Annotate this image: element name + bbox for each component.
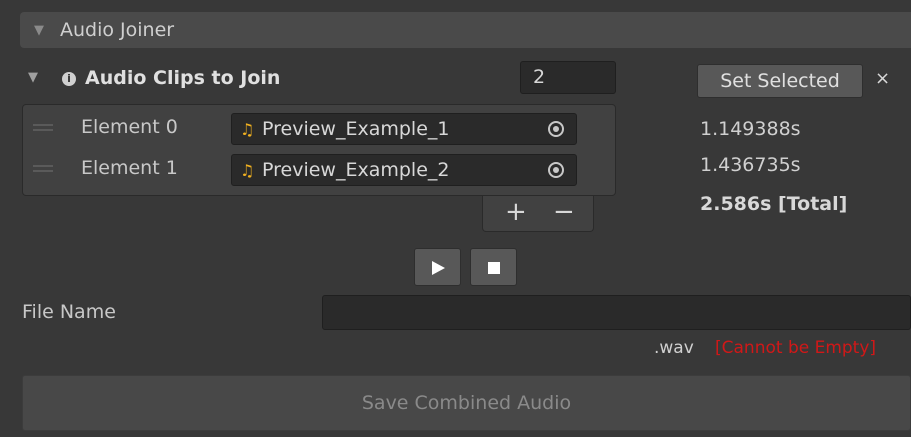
clip-name: Preview_Example_2 xyxy=(262,159,450,181)
header-title: Audio Joiner xyxy=(60,19,175,41)
object-picker-icon[interactable] xyxy=(548,162,564,178)
audio-clip-field[interactable]: ♫ Preview_Example_2 xyxy=(231,154,577,186)
object-picker-icon[interactable] xyxy=(548,121,564,137)
audio-clip-icon: ♫ xyxy=(240,119,255,139)
foldout-triangle-icon[interactable]: ▼ xyxy=(34,23,54,38)
clip-duration: 1.149388s xyxy=(700,118,801,140)
file-extension: .wav xyxy=(654,338,694,358)
set-selected-button[interactable]: Set Selected xyxy=(697,64,863,98)
clip-name: Preview_Example_1 xyxy=(262,118,450,140)
stop-icon xyxy=(488,262,500,274)
add-element-button[interactable]: + xyxy=(505,197,527,227)
stop-button[interactable] xyxy=(470,248,517,286)
drag-handle-icon[interactable] xyxy=(33,124,53,134)
list-add-remove: + − xyxy=(482,196,594,232)
clear-button[interactable]: × xyxy=(875,68,890,89)
list-item[interactable]: Element 1 ♫ Preview_Example_2 xyxy=(23,151,615,187)
clip-duration: 1.436735s xyxy=(700,154,801,176)
list-item[interactable]: Element 0 ♫ Preview_Example_1 xyxy=(23,110,615,146)
remove-element-button[interactable]: − xyxy=(553,197,575,227)
audio-joiner-header[interactable]: ▼ Audio Joiner xyxy=(20,12,911,48)
element-label: Element 0 xyxy=(81,116,178,138)
file-name-input[interactable] xyxy=(322,295,911,330)
clip-list: Element 0 ♫ Preview_Example_1 Element 1 … xyxy=(22,104,616,196)
file-name-label: File Name xyxy=(22,301,116,323)
list-foldout-icon[interactable]: ▼ xyxy=(28,70,38,85)
list-title: Audio Clips to Join xyxy=(85,67,281,89)
element-label: Element 1 xyxy=(81,157,178,179)
total-duration: 2.586s [Total] xyxy=(700,193,848,215)
play-icon xyxy=(432,261,445,275)
play-button[interactable] xyxy=(414,248,461,286)
validation-error: [Cannot be Empty] xyxy=(715,338,877,358)
audio-clip-icon: ♫ xyxy=(240,160,255,180)
list-size-field[interactable]: 2 xyxy=(520,61,616,94)
drag-handle-icon[interactable] xyxy=(33,165,53,175)
audio-clip-field[interactable]: ♫ Preview_Example_1 xyxy=(231,113,577,145)
save-combined-audio-button[interactable]: Save Combined Audio xyxy=(22,375,911,431)
info-icon: i xyxy=(62,72,76,86)
